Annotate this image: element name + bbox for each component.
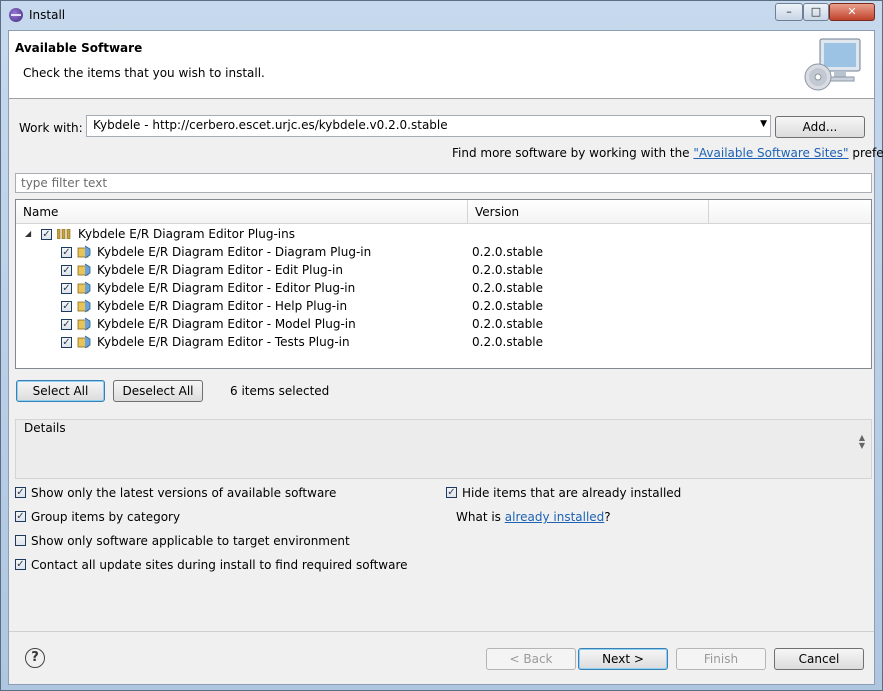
back-button[interactable]: < Back [486, 648, 576, 670]
item-checkbox[interactable]: ✓ [61, 301, 72, 312]
find-more-prefix: Find more software by working with the [452, 146, 694, 160]
close-button[interactable]: ✕ [829, 3, 875, 21]
item-name: Kybdele E/R Diagram Editor - Help Plug-i… [97, 299, 348, 313]
item-version: 0.2.0.stable [472, 281, 543, 295]
what-is-suffix: ? [604, 510, 611, 524]
hide-installed-label: Hide items that are already installed [462, 486, 682, 500]
item-version: 0.2.0.stable [472, 335, 543, 349]
plugin-icon [77, 263, 91, 277]
item-name: Kybdele E/R Diagram Editor - Edit Plug-i… [97, 263, 343, 277]
category-icon [57, 229, 71, 239]
plugin-icon [77, 245, 91, 259]
item-checkbox[interactable]: ✓ [61, 247, 72, 258]
already-installed-link[interactable]: already installed [505, 510, 605, 524]
column-header-blank [709, 200, 871, 224]
chevron-down-icon[interactable]: ▼ [760, 119, 767, 129]
category-label: Kybdele E/R Diagram Editor Plug-ins [78, 227, 296, 241]
find-more-suffix: preferences. [852, 146, 883, 160]
install-monitor-icon [804, 38, 861, 91]
expand-triangle-icon[interactable]: ◢ [25, 225, 31, 243]
eclipse-icon [9, 8, 23, 22]
details-label: Details [24, 421, 66, 435]
maximize-button[interactable]: □ [803, 3, 829, 21]
group-by-category-label: Group items by category [31, 510, 181, 524]
item-checkbox[interactable]: ✓ [61, 283, 72, 294]
tree-item-row[interactable]: ✓ Kybdele E/R Diagram Editor - Help Plug… [16, 297, 871, 315]
details-scroll-icon[interactable]: ▲ ▼ [859, 434, 865, 450]
item-version: 0.2.0.stable [472, 317, 543, 331]
tree-item-row[interactable]: ✓ Kybdele E/R Diagram Editor - Tests Plu… [16, 333, 871, 351]
window-title: Install [29, 8, 66, 22]
item-name: Kybdele E/R Diagram Editor - Tests Plug-… [97, 335, 350, 349]
selection-count: 6 items selected [230, 384, 330, 398]
next-button[interactable]: Next > [578, 648, 668, 670]
filter-input[interactable]: type filter text [15, 173, 872, 193]
contact-sites-label: Contact all update sites during install … [31, 558, 408, 572]
select-all-button[interactable]: Select All [16, 380, 105, 402]
latest-versions-checkbox[interactable]: ✓ [15, 487, 26, 498]
what-is-installed-text: What is already installed? [456, 510, 611, 524]
minimize-button[interactable]: – [775, 3, 803, 21]
column-header-version[interactable]: Version [468, 200, 708, 224]
item-version: 0.2.0.stable [472, 299, 543, 313]
work-with-label: Work with: [19, 121, 83, 135]
item-name: Kybdele E/R Diagram Editor - Model Plug-… [97, 317, 356, 331]
category-checkbox[interactable]: ✓ [41, 229, 52, 240]
help-icon[interactable]: ? [25, 648, 45, 668]
group-by-category-checkbox[interactable]: ✓ [15, 511, 26, 522]
applicable-only-checkbox[interactable]: ✓ [15, 535, 26, 546]
software-tree[interactable]: Name Version ◢ ✓ Kybdele E/R Diagram Edi… [15, 199, 872, 369]
item-version: 0.2.0.stable [472, 245, 543, 259]
plugin-icon [77, 335, 91, 349]
work-with-combo[interactable]: Kybdele - http://cerbero.escet.urjc.es/k… [86, 115, 771, 137]
tree-item-row[interactable]: ✓ Kybdele E/R Diagram Editor - Diagram P… [16, 243, 871, 261]
item-checkbox[interactable]: ✓ [61, 319, 72, 330]
page-title: Available Software [15, 41, 143, 55]
item-name: Kybdele E/R Diagram Editor - Editor Plug… [97, 281, 356, 295]
hide-installed-checkbox[interactable]: ✓ [446, 487, 457, 498]
finish-button[interactable]: Finish [676, 648, 766, 670]
item-name: Kybdele E/R Diagram Editor - Diagram Plu… [97, 245, 372, 259]
details-panel: Details ▲ ▼ [15, 419, 872, 479]
tree-item-row[interactable]: ✓ Kybdele E/R Diagram Editor - Model Plu… [16, 315, 871, 333]
item-checkbox[interactable]: ✓ [61, 265, 72, 276]
plugin-icon [77, 299, 91, 313]
contact-sites-checkbox[interactable]: ✓ [15, 559, 26, 570]
work-with-value: Kybdele - http://cerbero.escet.urjc.es/k… [93, 118, 448, 132]
dialog-client: Available Software Check the items that … [8, 30, 883, 685]
install-window: Install – □ ✕ Available Software Check t… [0, 0, 883, 691]
cancel-button[interactable]: Cancel [774, 648, 864, 670]
latest-versions-label: Show only the latest versions of availab… [31, 486, 337, 500]
find-more-text: Find more software by working with the "… [452, 146, 883, 160]
tree-item-row[interactable]: ✓ Kybdele E/R Diagram Editor - Edit Plug… [16, 261, 871, 279]
item-version: 0.2.0.stable [472, 263, 543, 277]
plugin-icon [77, 317, 91, 331]
tree-category-row[interactable]: ◢ ✓ Kybdele E/R Diagram Editor Plug-ins [16, 225, 871, 243]
page-subtitle: Check the items that you wish to install… [23, 66, 265, 80]
title-bar[interactable]: Install – □ ✕ [1, 1, 882, 30]
add-site-button[interactable]: Add... [775, 116, 865, 138]
dialog-header: Available Software Check the items that … [9, 31, 874, 99]
applicable-only-label: Show only software applicable to target … [31, 534, 350, 548]
tree-item-row[interactable]: ✓ Kybdele E/R Diagram Editor - Editor Pl… [16, 279, 871, 297]
what-is-prefix: What is [456, 510, 505, 524]
available-software-sites-link[interactable]: "Available Software Sites" [693, 146, 848, 160]
deselect-all-button[interactable]: Deselect All [113, 380, 203, 402]
column-header-name[interactable]: Name [16, 200, 467, 224]
item-checkbox[interactable]: ✓ [61, 337, 72, 348]
footer-divider [9, 631, 874, 632]
plugin-icon [77, 281, 91, 295]
